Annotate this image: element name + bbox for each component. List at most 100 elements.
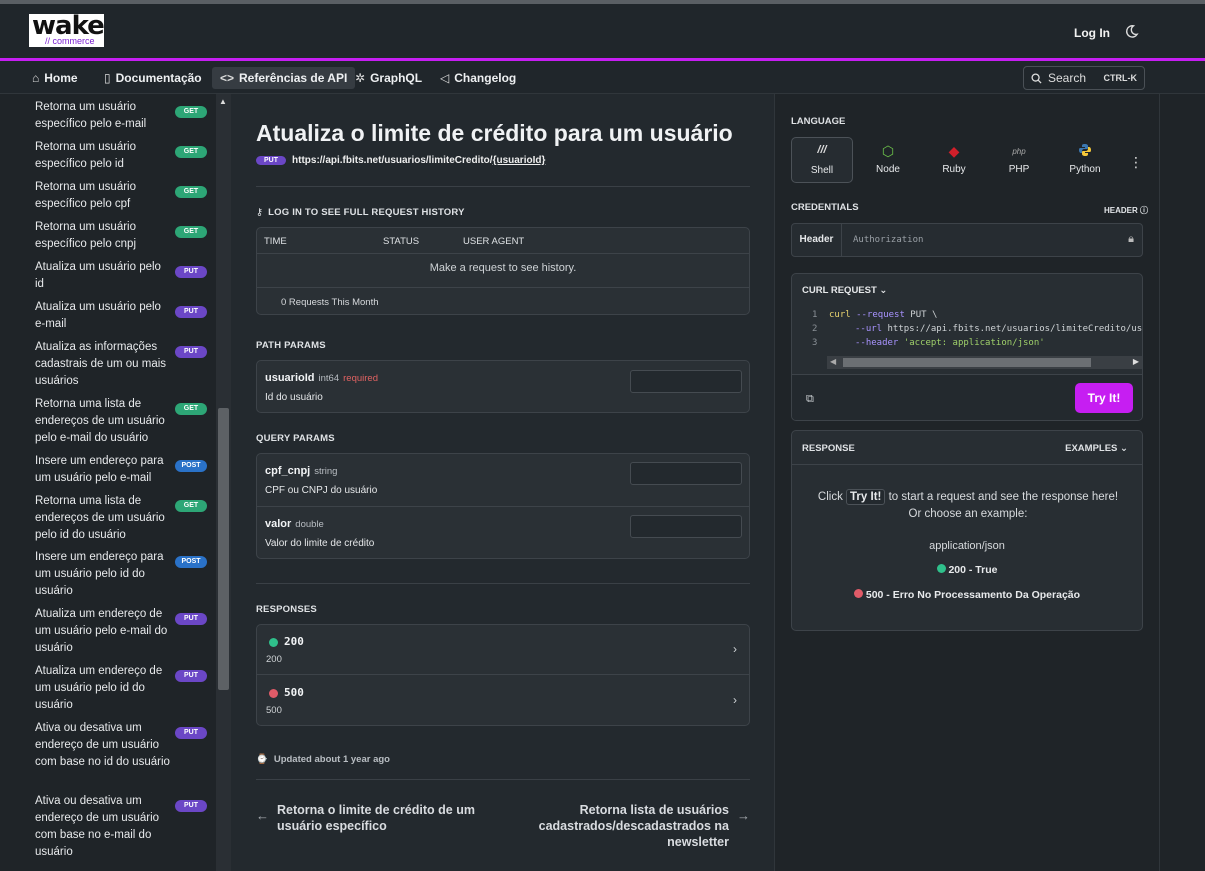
search-button[interactable]: Search CTRL-K xyxy=(1023,66,1145,90)
param-name-text: cpf_cnpj xyxy=(265,465,311,477)
megaphone-icon: ◁ xyxy=(440,71,450,85)
sidebar-item-label: Retorna um usuário específico pelo cnpj xyxy=(35,221,137,250)
method-badge: GET xyxy=(175,403,207,415)
sidebar-item[interactable]: Insere um endereço para um usuário pelo … xyxy=(35,549,210,600)
sidebar-item[interactable]: Retorna um usuário específico pelo cpf G… xyxy=(35,179,210,213)
cred-header-label: Header xyxy=(792,224,842,256)
node-icon: ⬡ xyxy=(881,143,895,159)
lang-php[interactable]: php PHP xyxy=(988,137,1050,183)
sidebar-scrollbar-thumb[interactable] xyxy=(218,408,229,690)
response-500[interactable]: 500 500 › xyxy=(257,676,749,726)
header-info-link[interactable]: HEADER ⓘ xyxy=(1104,205,1148,216)
code-text: PUT \ xyxy=(904,310,938,320)
sidebar-item[interactable]: Retorna um usuário específico pelo e-mai… xyxy=(35,99,210,133)
param-desc: Valor do limite de crédito xyxy=(265,538,375,549)
chevron-right-icon: › xyxy=(733,642,737,656)
chevron-down-icon: ⌄ xyxy=(1120,443,1128,454)
next-page-link[interactable]: Retorna lista de usuários cadastrados/de… xyxy=(531,802,750,850)
sidebar-item[interactable]: Retorna uma lista de endereços de um usu… xyxy=(35,396,210,447)
method-badge: PUT xyxy=(256,156,286,165)
sidebar-item[interactable]: Retorna um usuário específico pelo id GE… xyxy=(35,139,210,173)
usuarioId-input[interactable] xyxy=(630,370,742,393)
divider xyxy=(792,464,1142,465)
code-flag: --header xyxy=(855,338,899,348)
sidebar-item-label: Insere um endereço para um usuário pelo … xyxy=(35,551,164,597)
page-title: Atualiza o limite de crédito para um usu… xyxy=(256,120,733,146)
more-languages-icon[interactable]: ⋮ xyxy=(1129,154,1143,171)
code-text: https://api.fbits.net/usuarios/limiteCre… xyxy=(887,324,1143,334)
login-link[interactable]: Log In xyxy=(1074,26,1110,40)
param-desc: Id do usuário xyxy=(265,392,323,403)
nav-home[interactable]: ⌂ Home xyxy=(24,67,86,89)
sidebar-item[interactable]: Atualiza um usuário pelo e-mail PUT xyxy=(35,299,210,333)
lang-name: Python xyxy=(1069,164,1101,175)
response-code-text: 200 xyxy=(284,635,304,648)
sidebar-item-label: Retorna uma lista de endereços de um usu… xyxy=(35,495,165,541)
copy-icon[interactable]: ⧉ xyxy=(806,393,814,406)
method-badge: PUT xyxy=(175,266,207,278)
sidebar-item-label: Atualiza um usuário pelo e-mail xyxy=(35,301,161,330)
example-200[interactable]: 200 - True xyxy=(792,564,1142,576)
method-badge: GET xyxy=(175,106,207,118)
scroll-left-icon[interactable]: ◀ xyxy=(830,357,836,366)
sidebar-item[interactable]: Insere um endereço para um usuário pelo … xyxy=(35,453,210,487)
mime-type: application/json xyxy=(929,540,1005,552)
arrow-right-icon: → xyxy=(737,808,750,823)
nav-api-reference-label: Referências de API xyxy=(239,71,348,85)
curl-request-dropdown[interactable]: CURL REQUEST ⌄ xyxy=(802,285,887,296)
sidebar-item[interactable]: Retorna um usuário específico pelo cnpj … xyxy=(35,219,210,253)
sidebar-item[interactable]: Ativa ou desativa um endereço de um usuá… xyxy=(35,793,210,861)
sidebar-item[interactable]: Atualiza um usuário pelo id PUT xyxy=(35,259,210,293)
nav-documentation[interactable]: ▯ Documentação xyxy=(96,67,210,89)
scroll-right-icon[interactable]: ▶ xyxy=(1133,357,1139,366)
status-dot-red xyxy=(269,688,278,698)
method-badge: GET xyxy=(175,500,207,512)
sidebar: Retorna um usuário específico pelo e-mai… xyxy=(0,94,216,871)
right-panel: LANGUAGE /// Shell ⬡ Node ◆ Ruby php PHP… xyxy=(774,94,1159,871)
nav-graphql[interactable]: ✲ GraphQL xyxy=(347,67,430,89)
history-label: ⚷ LOG IN TO SEE FULL REQUEST HISTORY xyxy=(256,207,465,218)
divider xyxy=(256,583,750,584)
theme-toggle-icon[interactable] xyxy=(1124,24,1140,40)
valor-input[interactable] xyxy=(630,515,742,538)
curl-footer: ⧉ Try It! xyxy=(792,374,1142,420)
wake-logo[interactable]: wake // commerce xyxy=(29,11,105,47)
nav-changelog[interactable]: ◁ Changelog xyxy=(432,67,524,89)
chevron-right-icon: › xyxy=(733,693,737,707)
responses-label: RESPONSES xyxy=(256,604,317,615)
lang-node[interactable]: ⬡ Node xyxy=(857,137,919,183)
sidebar-item[interactable]: Ativa ou desativa um endereço de um usuá… xyxy=(35,720,210,771)
sidebar-item[interactable]: Atualiza as informações cadastrais de um… xyxy=(35,339,210,390)
logo-subtext: // commerce xyxy=(45,36,95,46)
method-badge: PUT xyxy=(175,727,207,739)
method-badge: PUT xyxy=(175,800,207,812)
try-it-button[interactable]: Try It! xyxy=(1075,383,1133,413)
param-type: int64 xyxy=(318,373,340,384)
nav-api-reference[interactable]: <> Referências de API xyxy=(212,67,356,89)
col-status: STATUS xyxy=(383,236,420,247)
sidebar-item[interactable]: Atualiza um endereço de um usuário pelo … xyxy=(35,606,210,657)
scroll-up-icon[interactable]: ▲ xyxy=(219,97,227,106)
param-name: usuarioId int64 required xyxy=(265,372,378,384)
sidebar-item[interactable]: Atualiza um endereço de um usuário pelo … xyxy=(35,663,210,714)
language-label: LANGUAGE xyxy=(791,116,846,127)
sidebar-item-label: Retorna uma lista de endereços de um usu… xyxy=(35,398,165,444)
prev-page-label: Retorna o limite de crédito de um usuári… xyxy=(277,803,475,833)
shell-icon: /// xyxy=(817,144,827,156)
response-label: RESPONSE xyxy=(802,443,855,454)
prev-page-link[interactable]: ← Retorna o limite de crédito de um usuá… xyxy=(256,802,476,834)
param-desc: CPF ou CNPJ do usuário xyxy=(265,485,378,496)
lang-shell[interactable]: /// Shell xyxy=(791,137,853,183)
lang-python[interactable]: Python xyxy=(1054,137,1116,183)
authorization-input[interactable]: Authorization xyxy=(853,235,923,245)
response-200[interactable]: 200 200 › xyxy=(257,625,749,675)
sidebar-item[interactable]: Retorna uma lista de endereços de um usu… xyxy=(35,493,210,544)
examples-dropdown[interactable]: EXAMPLES ⌄ xyxy=(1065,443,1128,454)
code-scrollbar-thumb[interactable] xyxy=(843,358,1091,367)
lang-ruby[interactable]: ◆ Ruby xyxy=(923,137,985,183)
code-scrollbar[interactable]: ◀ ▶ xyxy=(827,356,1142,369)
cpf-cnpj-input[interactable] xyxy=(630,462,742,485)
example-500[interactable]: 500 - Erro No Processamento Da Operação xyxy=(792,589,1142,601)
response-code: 200 xyxy=(269,635,761,649)
nav-graphql-label: GraphQL xyxy=(370,71,423,85)
